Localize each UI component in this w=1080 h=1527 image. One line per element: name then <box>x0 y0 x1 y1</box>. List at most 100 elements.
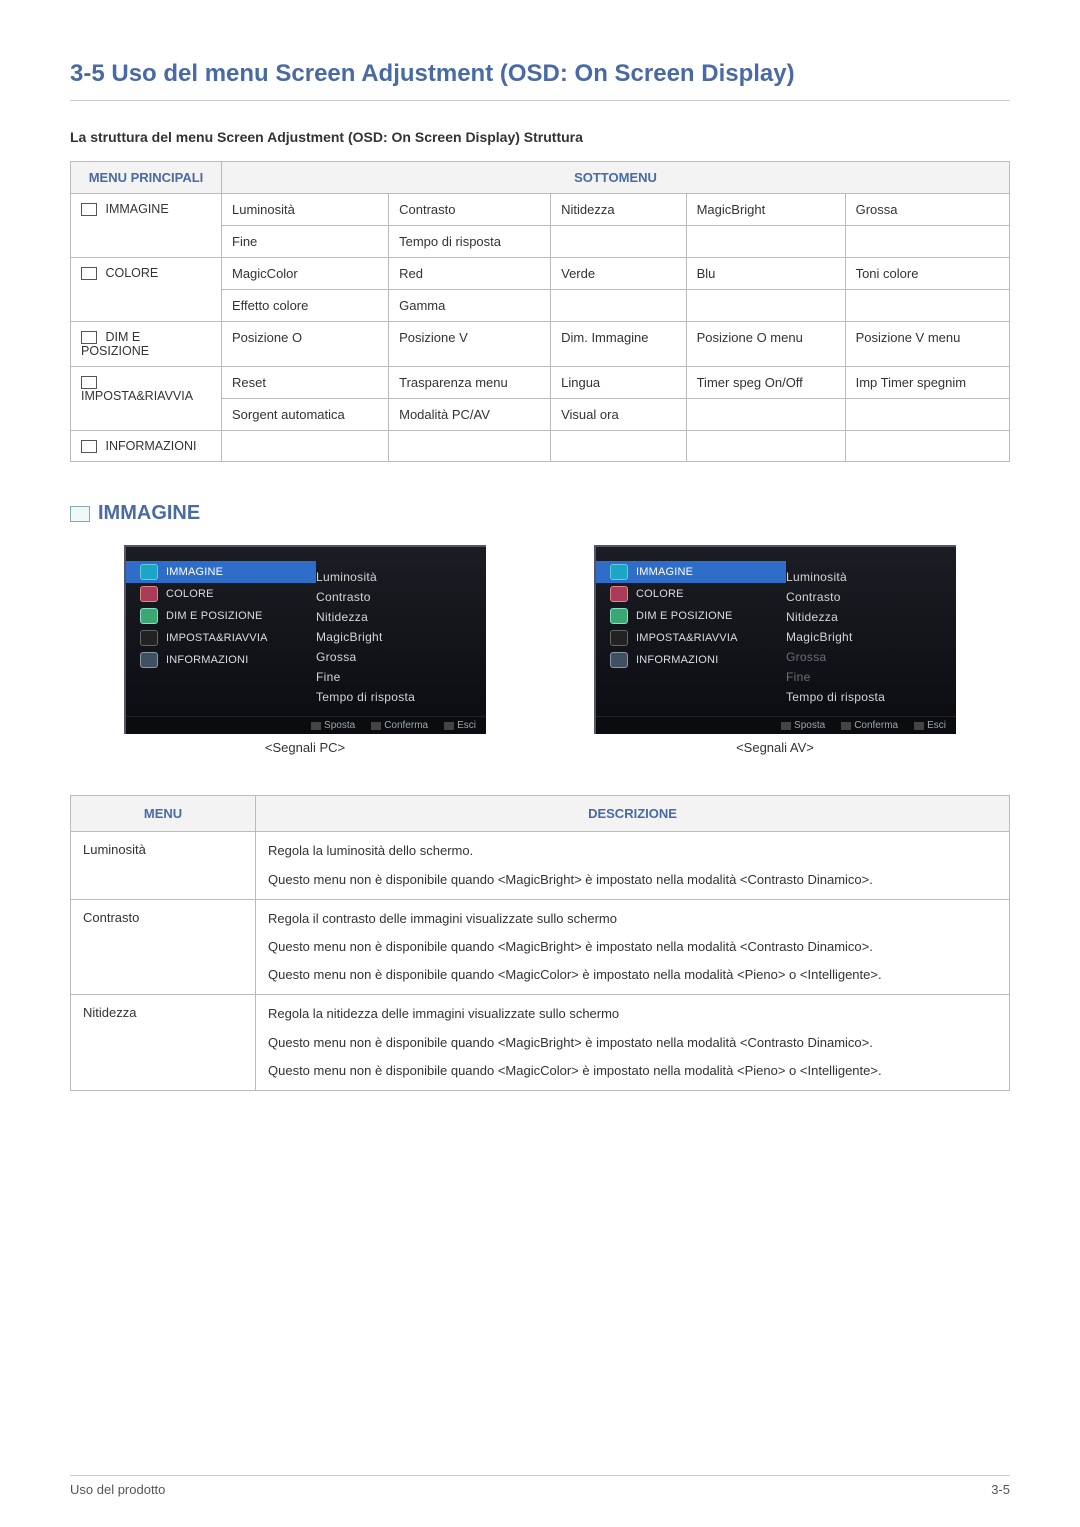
osd-submenu-item: Luminosità <box>316 567 486 587</box>
immagine-menu-cell: IMMAGINE <box>71 194 222 258</box>
desc-text-cell: Regola la luminosità dello schermo.Quest… <box>256 832 1010 899</box>
set-icon <box>610 630 628 646</box>
table-cell <box>686 431 845 462</box>
osd-submenu-item: Grossa <box>316 647 486 667</box>
osd-submenu-item: Nitidezza <box>786 607 956 627</box>
page-title: 3-5 Uso del menu Screen Adjustment (OSD:… <box>70 60 1010 101</box>
osd-submenu-item: Fine <box>786 667 956 687</box>
dim-icon <box>610 608 628 624</box>
table-cell: Sorgent automatica <box>222 399 389 431</box>
table-cell: Posizione O <box>222 322 389 367</box>
table-cell: Dim. Immagine <box>551 322 686 367</box>
osd-menu-item: IMPOSTA&RIAVVIA <box>126 627 316 649</box>
table-cell: Imp Timer spegnim <box>845 367 1009 399</box>
table-cell: MagicColor <box>222 258 389 290</box>
inf-icon <box>610 652 628 668</box>
table-cell: Timer speg On/Off <box>686 367 845 399</box>
footer-left: Uso del prodotto <box>70 1482 165 1497</box>
osd-menu-item: COLORE <box>596 583 786 605</box>
osd-caption-av: <Segnali AV> <box>575 740 975 755</box>
table-cell <box>845 290 1009 322</box>
osd-screenshots-row: IMMAGINE COLOREDIM E POSIZIONE IMPOSTA&RIA… <box>70 545 1010 755</box>
osd-menu-item: IMMAGINE <box>126 561 316 583</box>
table-cell: Grossa <box>845 194 1009 226</box>
struct-header-menu: MENU PRINCIPALI <box>71 162 222 194</box>
osd-panel-pc: IMMAGINECOLOREDIM E POSIZIONEIMPOSTA&RIA… <box>124 545 486 734</box>
footer-right: 3-5 <box>991 1482 1010 1497</box>
osd-submenu-item: Fine <box>316 667 486 687</box>
table-cell: Reset <box>222 367 389 399</box>
table-cell <box>551 290 686 322</box>
table-cell <box>686 226 845 258</box>
table-cell <box>845 399 1009 431</box>
table-cell <box>845 226 1009 258</box>
structure-table: MENU PRINCIPALI SOTTOMENU IMMAGINELumino… <box>70 161 1010 462</box>
table-cell: Modalità PC/AV <box>389 399 551 431</box>
osd-submenu-item: Contrasto <box>316 587 486 607</box>
osd-panel-av: IMMAGINECOLOREDIM E POSIZIONEIMPOSTA&RIA… <box>594 545 956 734</box>
table-cell: Toni colore <box>845 258 1009 290</box>
table-cell: Luminosità <box>222 194 389 226</box>
osd-submenu-item: Contrasto <box>786 587 956 607</box>
inf-icon <box>140 652 158 668</box>
table-cell: Trasparenza menu <box>389 367 551 399</box>
dim-icon <box>140 608 158 624</box>
desc-menu-cell: Nitidezza <box>71 995 256 1091</box>
table-cell <box>686 399 845 431</box>
table-cell <box>686 290 845 322</box>
osd-footer-hint: Conferma <box>841 720 898 731</box>
table-cell <box>389 431 551 462</box>
table-cell: Lingua <box>551 367 686 399</box>
desc-header-desc: DESCRIZIONE <box>256 796 1010 832</box>
structure-subtitle: La struttura del menu Screen Adjustment … <box>70 129 1010 145</box>
table-cell: Visual ora <box>551 399 686 431</box>
desc-text-cell: Regola il contrasto delle immagini visua… <box>256 899 1010 995</box>
table-cell: Gamma <box>389 290 551 322</box>
imposta-menu-cell: IMPOSTA&RIAVVIA <box>71 367 222 431</box>
imposta-icon <box>81 376 97 389</box>
osd-footer-hint: Esci <box>444 720 476 731</box>
struct-header-sub: SOTTOMENU <box>222 162 1010 194</box>
table-cell: Effetto colore <box>222 290 389 322</box>
table-cell: Fine <box>222 226 389 258</box>
table-cell: Posizione O menu <box>686 322 845 367</box>
description-table: MENU DESCRIZIONE LuminositàRegola la lum… <box>70 795 1010 1091</box>
desc-menu-cell: Contrasto <box>71 899 256 995</box>
table-cell <box>845 431 1009 462</box>
osd-footer-hint: Conferma <box>371 720 428 731</box>
desc-text-cell: Regola la nitidezza delle immagini visua… <box>256 995 1010 1091</box>
osd-menu-item: INFORMAZIONI <box>126 649 316 671</box>
page-footer: Uso del prodotto 3-5 <box>70 1475 1010 1497</box>
table-cell: Verde <box>551 258 686 290</box>
col-icon <box>610 586 628 602</box>
osd-submenu-item: Nitidezza <box>316 607 486 627</box>
osd-menu-item: DIM E POSIZIONE <box>596 605 786 627</box>
immagine-icon <box>81 203 97 216</box>
table-cell: Posizione V <box>389 322 551 367</box>
colore-icon <box>81 267 97 280</box>
img-icon <box>610 564 628 580</box>
table-cell: Blu <box>686 258 845 290</box>
osd-submenu-item: MagicBright <box>316 627 486 647</box>
osd-footer-hint: Esci <box>914 720 946 731</box>
col-icon <box>140 586 158 602</box>
osd-submenu-item: Grossa <box>786 647 956 667</box>
dim-posizione-menu-cell: DIM E POSIZIONE <box>71 322 222 367</box>
img-icon <box>140 564 158 580</box>
osd-submenu-item: MagicBright <box>786 627 956 647</box>
osd-submenu-item: Luminosità <box>786 567 956 587</box>
table-cell <box>222 431 389 462</box>
osd-caption-pc: <Segnali PC> <box>105 740 505 755</box>
table-cell: Posizione V menu <box>845 322 1009 367</box>
colore-menu-cell: COLORE <box>71 258 222 322</box>
table-cell: Contrasto <box>389 194 551 226</box>
desc-header-menu: MENU <box>71 796 256 832</box>
desc-menu-cell: Luminosità <box>71 832 256 899</box>
osd-submenu-item: Tempo di risposta <box>316 687 486 707</box>
informazioni-icon <box>81 440 97 453</box>
osd-submenu-item: Tempo di risposta <box>786 687 956 707</box>
section-heading-immagine: IMMAGINE <box>70 502 1010 525</box>
table-cell <box>551 431 686 462</box>
osd-footer-hint: Sposta <box>781 720 825 731</box>
informazioni-menu-cell: INFORMAZIONI <box>71 431 222 462</box>
